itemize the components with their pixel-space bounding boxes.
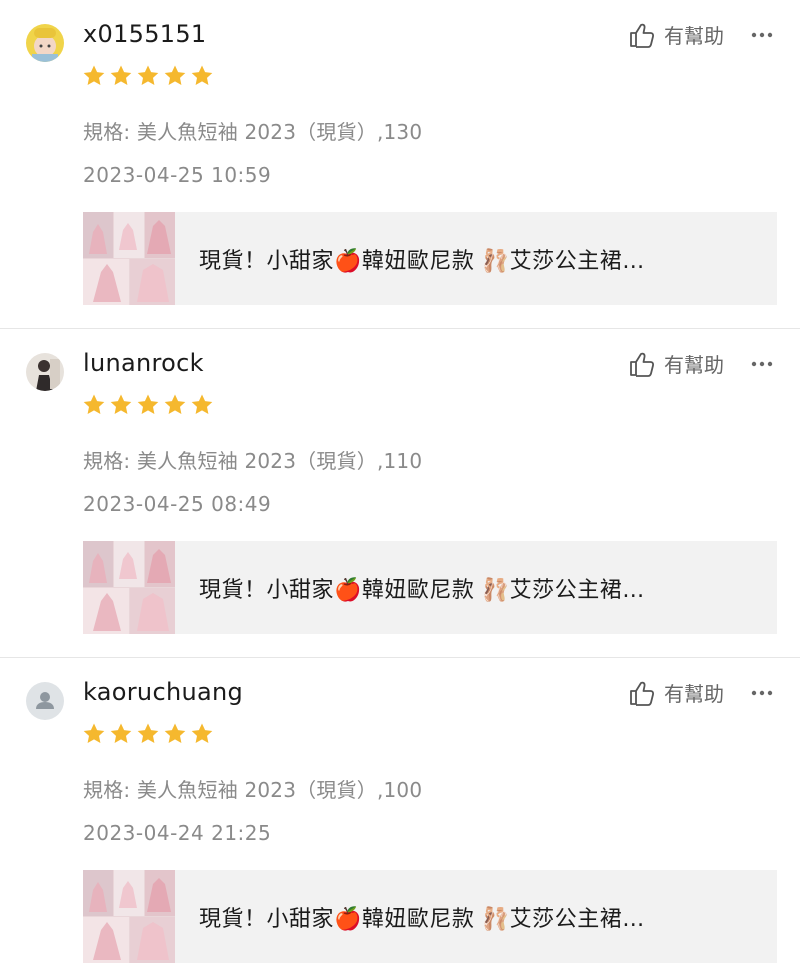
default-user-avatar-icon — [26, 682, 64, 720]
review-item: lunanrock 有幫助 規格: 美人魚短袖 2023（現貨）,110 202… — [0, 329, 800, 658]
review-item: kaoruchuang 有幫助 規格: 美人魚短袖 2023（現貨）,100 2… — [0, 658, 800, 979]
star-icon — [110, 394, 132, 414]
star-icon — [191, 65, 213, 85]
helpful-label: 有幫助 — [664, 24, 724, 48]
star-icon — [83, 65, 105, 85]
variation-spec: 規格: 美人魚短袖 2023（現貨）,130 — [83, 120, 423, 144]
more-horizontal-icon — [751, 32, 773, 38]
more-horizontal-icon — [751, 361, 773, 367]
user-avatar[interactable] — [26, 24, 64, 62]
product-title: 現貨！小甜家🍎韓妞歐尼款 🩰艾莎公主裙… — [199, 577, 645, 603]
product-title: 現貨！小甜家🍎韓妞歐尼款 🩰艾莎公主裙… — [199, 248, 645, 274]
product-thumbnail — [83, 212, 175, 305]
star-icon — [137, 65, 159, 85]
dress-photo-collage-icon — [83, 870, 175, 963]
dress-photo-collage-icon — [83, 212, 175, 305]
photo-avatar-icon — [26, 353, 64, 391]
thumbs-up-icon — [630, 352, 655, 377]
star-icon — [191, 723, 213, 743]
dress-photo-collage-icon — [83, 541, 175, 634]
more-horizontal-icon — [751, 690, 773, 696]
rating-stars — [82, 722, 214, 746]
star-icon — [83, 394, 105, 414]
helpful-button[interactable]: 有幫助 — [628, 349, 724, 378]
user-avatar[interactable] — [26, 682, 64, 720]
photo-avatar-icon — [26, 24, 64, 62]
product-title: 現貨！小甜家🍎韓妞歐尼款 🩰艾莎公主裙… — [199, 906, 645, 932]
product-card[interactable]: 現貨！小甜家🍎韓妞歐尼款 🩰艾莎公主裙… — [83, 212, 777, 305]
star-icon — [164, 65, 186, 85]
more-options-button[interactable] — [750, 349, 774, 379]
variation-spec: 規格: 美人魚短袖 2023（現貨）,110 — [83, 449, 423, 473]
review-date: 2023-04-25 10:59 — [83, 163, 272, 187]
review-date: 2023-04-25 08:49 — [83, 492, 272, 516]
product-card[interactable]: 現貨！小甜家🍎韓妞歐尼款 🩰艾莎公主裙… — [83, 541, 777, 634]
star-icon — [110, 65, 132, 85]
product-thumbnail — [83, 541, 175, 634]
helpful-label: 有幫助 — [664, 682, 724, 706]
username: lunanrock — [83, 349, 204, 377]
star-icon — [164, 394, 186, 414]
star-icon — [110, 723, 132, 743]
star-icon — [137, 394, 159, 414]
more-options-button[interactable] — [750, 20, 774, 50]
review-item: x0155151 有幫助 規格: 美人魚短袖 2023（現貨）,130 2023… — [0, 0, 800, 329]
helpful-button[interactable]: 有幫助 — [628, 678, 724, 707]
star-icon — [191, 394, 213, 414]
user-avatar[interactable] — [26, 353, 64, 391]
star-icon — [83, 723, 105, 743]
thumbs-up-icon — [630, 681, 655, 706]
thumbs-up-icon — [630, 23, 655, 48]
rating-stars — [82, 64, 214, 88]
helpful-button[interactable]: 有幫助 — [628, 20, 724, 49]
more-options-button[interactable] — [750, 678, 774, 708]
variation-spec: 規格: 美人魚短袖 2023（現貨）,100 — [83, 778, 423, 802]
review-date: 2023-04-24 21:25 — [83, 821, 272, 845]
product-thumbnail — [83, 870, 175, 963]
star-icon — [137, 723, 159, 743]
product-card[interactable]: 現貨！小甜家🍎韓妞歐尼款 🩰艾莎公主裙… — [83, 870, 777, 963]
username: x0155151 — [83, 20, 207, 48]
rating-stars — [82, 393, 214, 417]
star-icon — [164, 723, 186, 743]
helpful-label: 有幫助 — [664, 353, 724, 377]
username: kaoruchuang — [83, 678, 244, 706]
